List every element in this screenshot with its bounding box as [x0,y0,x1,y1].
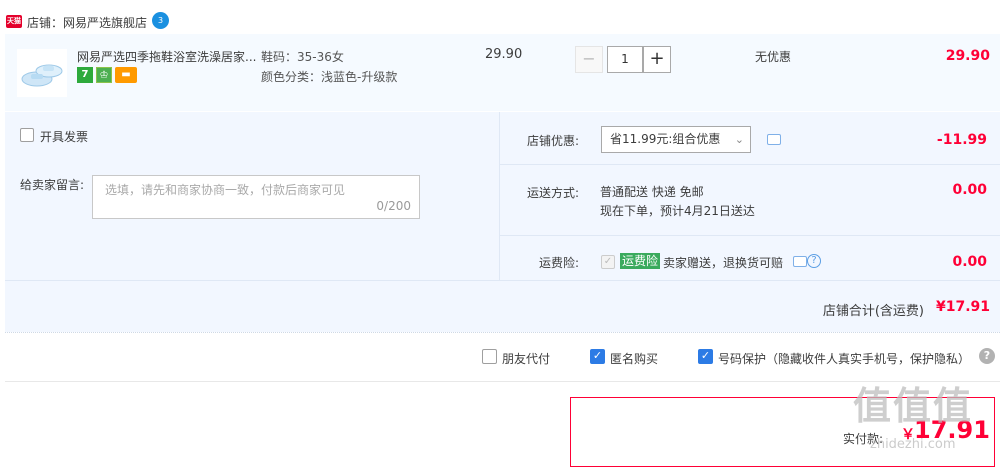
help-icon[interactable]: ? [979,348,995,364]
invoice-checkbox[interactable] [20,128,34,142]
comment-icon[interactable] [767,134,781,145]
shop-total-value: ¥17.91 [935,299,990,315]
insurance-amount: 0.00 [952,254,987,270]
seller-message-counter: 0/200 [376,199,411,213]
friend-pay-checkbox[interactable] [482,349,497,364]
order-item-row: 网易严选四季拖鞋浴室洗澡居家... 7 ♔ ▬ 鞋码：35-36女 颜色分类：浅… [5,34,1000,111]
shop-discount-selected: 省11.99元:组合优惠 [610,132,721,146]
section-divider [5,332,1000,333]
sku-size: 鞋码：35-36女 [261,50,344,64]
product-title[interactable]: 网易严选四季拖鞋浴室洗澡居家... [77,48,257,65]
number-protect-label[interactable]: 号码保护（隐藏收件人真实手机号，保护隐私） [718,350,970,367]
row-divider [500,164,1000,165]
unit-price: 29.90 [485,47,523,62]
watermark-url: zhidezhi.com [870,437,956,452]
quantity-increase-button[interactable]: + [643,46,671,73]
delivery-estimate: 现在下单，预计4月21日送达 [600,204,755,218]
seller-message-label: 给卖家留言: [20,178,85,192]
invoice-label[interactable]: 开具发票 [40,128,88,145]
product-thumbnail[interactable] [17,49,67,97]
insurance-checkbox: ✓ [601,255,615,269]
row-divider [500,235,1000,236]
seller-message-placeholder: 选填，请先和商家协商一致，付款后商家可见 [105,183,346,197]
anonymous-label[interactable]: 匿名购买 [610,350,658,367]
help-icon[interactable]: ? [807,254,821,268]
insurance-desc: 卖家赠送，退换货可赔 [663,256,784,270]
item-subtotal: 29.90 [945,48,990,64]
order-options-panel: 开具发票 给卖家留言: 选填，请先和商家协商一致，付款后商家可见 0/200 店… [5,112,1000,332]
shop-discount-label: 店铺优惠: [526,134,579,148]
watermark-logo: 值值值 [853,384,974,428]
shop-total-label: 店铺合计(含运费) [822,304,924,319]
shop-discount-amount: -11.99 [936,132,987,148]
item-discount: 无优惠 [755,50,792,64]
insurance-label: 运费险: [538,256,579,270]
shop-name[interactable]: 店铺：网易严选旗舰店 [27,14,147,31]
options-left: 开具发票 给卖家留言: 选填，请先和商家协商一致，付款后商家可见 0/200 [5,112,499,280]
comment-icon[interactable] [793,256,807,267]
tmall-logo-icon: 天猫 [6,15,22,28]
service-badges: 7 ♔ ▬ [77,67,137,83]
chevron-down-icon: ⌄ [734,133,744,146]
anonymous-checkbox[interactable]: ✓ [590,349,605,364]
delivery-label: 运送方式: [526,186,579,200]
delivery-method: 普通配送 快递 免邮 [600,185,704,199]
quantity-input[interactable]: 1 [607,46,643,73]
gift-icon[interactable]: ♔ [96,67,112,83]
panel-divider [5,280,1000,281]
quantity-decrease-button[interactable]: − [575,46,603,73]
insurance-tag: 运费险 [620,253,661,269]
seven-day-return-icon[interactable]: 7 [77,67,93,83]
friend-pay-label[interactable]: 朋友代付 [502,350,550,367]
separator [5,381,1000,382]
shop-discount-select[interactable]: 省11.99元:组合优惠 ⌄ [601,126,751,153]
number-protect-checkbox[interactable]: ✓ [698,349,713,364]
sku-color: 颜色分类：浅蓝色-升级款 [261,70,398,84]
seller-message-field[interactable]: 选填，请先和商家协商一致，付款后商家可见 0/200 [92,175,420,219]
delivery-amount: 0.00 [952,182,987,198]
card-icon[interactable]: ▬ [115,67,137,83]
wangwang-chat-icon[interactable]: 3 [152,12,169,29]
